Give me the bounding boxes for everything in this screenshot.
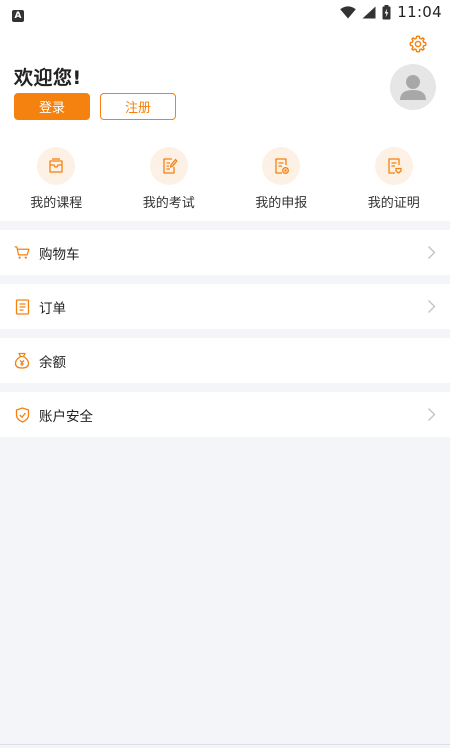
chevron-right-icon <box>428 300 436 313</box>
battery-icon <box>382 4 391 19</box>
certificate-icon <box>388 158 402 174</box>
cart-icon <box>14 246 30 259</box>
wifi-icon <box>340 5 357 18</box>
quick-link-exams[interactable]: 我的考试 <box>113 139 226 221</box>
settings-button[interactable] <box>408 34 428 54</box>
menu-item-orders[interactable]: 订单 <box>0 284 450 329</box>
balance-icon <box>14 352 30 369</box>
welcome-title: 欢迎您! <box>14 67 82 89</box>
register-button[interactable]: 注册 <box>100 93 176 120</box>
exam-icon <box>163 158 178 174</box>
menu-item-cart[interactable]: 购物车 <box>0 230 450 275</box>
quick-link-applications[interactable]: 我的申报 <box>225 139 338 221</box>
chevron-right-icon <box>428 246 436 259</box>
avatar[interactable] <box>390 64 436 110</box>
course-icon <box>49 158 63 173</box>
menu-item-label: 购物车 <box>39 246 80 263</box>
signal-icon <box>362 6 376 18</box>
quick-links: 我的课程 我的考试 我的申报 我的证明 <box>0 139 450 221</box>
status-time: 11:04 <box>397 3 442 21</box>
status-bar: A 11:04 <box>0 0 450 24</box>
menu-item-balance[interactable]: 余额 <box>0 338 450 383</box>
quick-link-label: 我的证明 <box>367 196 420 211</box>
menu-item-account-security[interactable]: 账户安全 <box>0 392 450 437</box>
quick-link-courses[interactable]: 我的课程 <box>0 139 113 221</box>
profile-screen: A 11:04 欢迎您! 登录 注册 我的课程 我的考试 我的申报 我的证明 购… <box>0 0 450 748</box>
order-icon <box>15 298 29 315</box>
bottom-divider <box>0 744 450 745</box>
notification-icon: A <box>12 9 24 22</box>
profile-header: 欢迎您! 登录 注册 <box>0 24 450 139</box>
chevron-right-icon <box>428 408 436 421</box>
user-icon <box>400 75 426 100</box>
menu-item-label: 账户安全 <box>39 408 93 425</box>
login-button[interactable]: 登录 <box>14 93 90 120</box>
quick-link-certificates[interactable]: 我的证明 <box>338 139 450 221</box>
gear-icon <box>409 35 427 53</box>
quick-link-label: 我的申报 <box>255 196 308 211</box>
quick-link-label: 我的课程 <box>30 196 83 211</box>
menu-item-label: 余额 <box>39 354 66 371</box>
shield-icon <box>15 406 29 423</box>
menu-item-label: 订单 <box>39 300 66 317</box>
application-icon <box>275 158 290 174</box>
quick-link-label: 我的考试 <box>142 196 195 211</box>
